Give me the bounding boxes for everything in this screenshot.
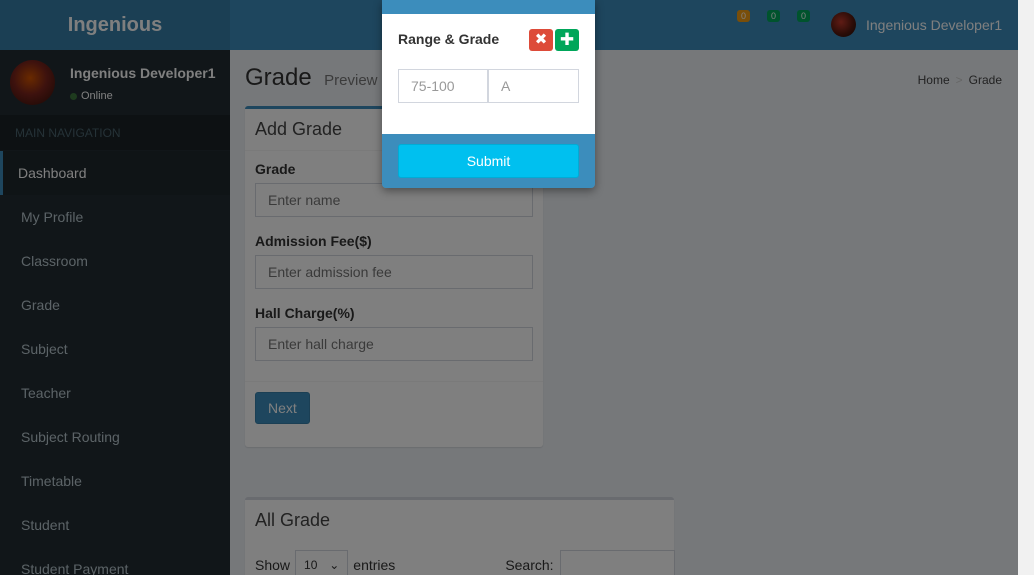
grade-letter-input[interactable]: A <box>488 69 579 103</box>
range-input[interactable]: 75-100 <box>398 69 488 103</box>
modal-body: Range & Grade ✖ ✚ 75-100 A <box>382 14 595 134</box>
page-scrollbar[interactable] <box>1018 0 1034 575</box>
modal-header-bar <box>382 0 595 14</box>
remove-row-button[interactable]: ✖ <box>529 29 553 51</box>
plus-icon: ✚ <box>559 30 575 49</box>
modal-title: Range & Grade <box>398 31 500 47</box>
modal-footer: Submit <box>382 134 595 188</box>
range-grade-modal: Range & Grade ✖ ✚ 75-100 A Submit <box>382 0 595 188</box>
close-icon: ✖ <box>534 31 548 48</box>
submit-button[interactable]: Submit <box>398 144 579 178</box>
add-row-button[interactable]: ✚ <box>555 29 579 51</box>
